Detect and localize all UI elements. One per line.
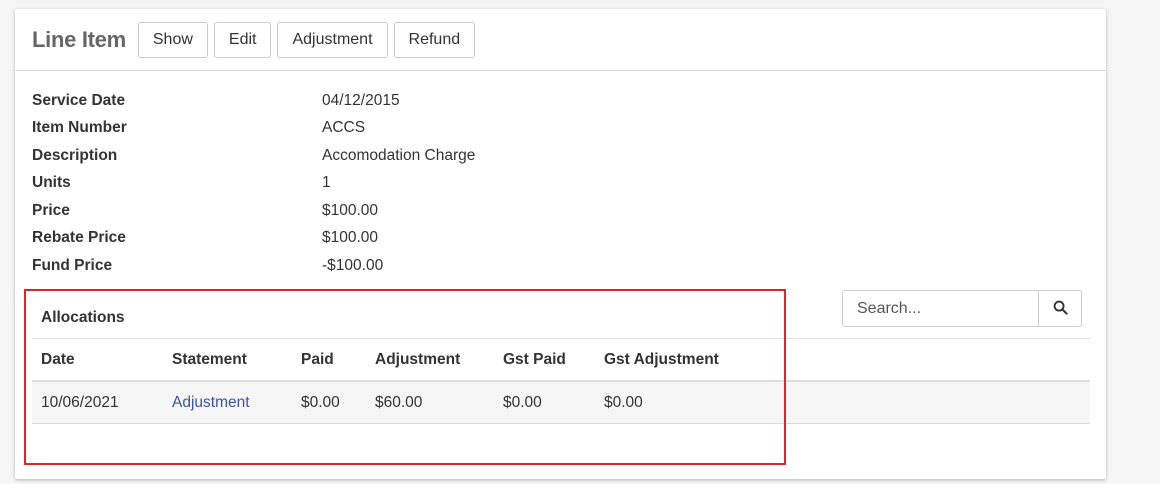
adjustment-button[interactable]: Adjustment [277, 21, 388, 58]
search-button[interactable] [1038, 290, 1082, 327]
cell-adjustment: $60.00 [366, 381, 494, 424]
detail-value: 1 [322, 174, 331, 192]
column-header-statement[interactable]: Statement [163, 338, 292, 382]
detail-label: Fund Price [32, 256, 113, 274]
search-group [842, 290, 1082, 327]
cell-gst-adjustment: $0.00 [595, 381, 1090, 424]
allocations-table: Date Statement Paid Adjustment Gst Paid … [32, 338, 1090, 424]
line-item-panel: Line Item Show Edit Adjustment Refund Se… [15, 9, 1106, 479]
cell-date: 10/06/2021 [32, 381, 163, 424]
detail-label: Description [32, 146, 118, 164]
detail-value: $100.00 [322, 201, 379, 219]
panel-header: Line Item Show Edit Adjustment Refund [15, 9, 1106, 71]
allocations-title: Allocations [41, 309, 125, 326]
statement-link[interactable]: Adjustment [172, 394, 250, 411]
column-header-date[interactable]: Date [32, 338, 163, 382]
detail-value: 04/12/2015 [322, 91, 400, 109]
detail-value: ACCS [322, 119, 366, 137]
column-header-gst-paid[interactable]: Gst Paid [494, 338, 595, 382]
page-title: Line Item [32, 26, 126, 52]
detail-label: Item Number [32, 119, 127, 137]
detail-row-units: Units 1 [32, 170, 475, 198]
detail-label: Price [32, 201, 70, 219]
detail-label: Rebate Price [32, 229, 126, 247]
detail-row-fund-price: Fund Price -$100.00 [32, 252, 475, 280]
column-header-gst-adjustment[interactable]: Gst Adjustment [595, 338, 1090, 382]
detail-row-rebate-price: Rebate Price $100.00 [32, 225, 475, 253]
table-header-row: Date Statement Paid Adjustment Gst Paid … [32, 338, 1090, 382]
cell-paid: $0.00 [292, 381, 366, 424]
detail-row-price: Price $100.00 [32, 197, 475, 225]
detail-row-item-number: Item Number ACCS [32, 115, 475, 143]
column-header-paid[interactable]: Paid [292, 338, 366, 382]
search-input[interactable] [842, 290, 1038, 327]
detail-value: -$100.00 [322, 256, 384, 274]
refund-button[interactable]: Refund [393, 21, 476, 58]
table-row: 10/06/2021 Adjustment $0.00 $60.00 $0.00… [32, 381, 1090, 424]
column-header-adjustment[interactable]: Adjustment [366, 338, 494, 382]
edit-button[interactable]: Edit [213, 21, 272, 58]
cell-gst-paid: $0.00 [494, 381, 595, 424]
search-icon [1053, 300, 1068, 318]
details-list: Service Date 04/12/2015 Item Number ACCS… [32, 87, 475, 280]
detail-label: Units [32, 174, 71, 192]
show-button[interactable]: Show [137, 21, 208, 58]
detail-value: $100.00 [322, 229, 379, 247]
detail-row-service-date: Service Date 04/12/2015 [32, 87, 475, 115]
cell-statement: Adjustment [163, 381, 292, 424]
detail-value: Accomodation Charge [322, 146, 476, 164]
detail-row-description: Description Accomodation Charge [32, 142, 475, 170]
detail-label: Service Date [32, 91, 126, 109]
